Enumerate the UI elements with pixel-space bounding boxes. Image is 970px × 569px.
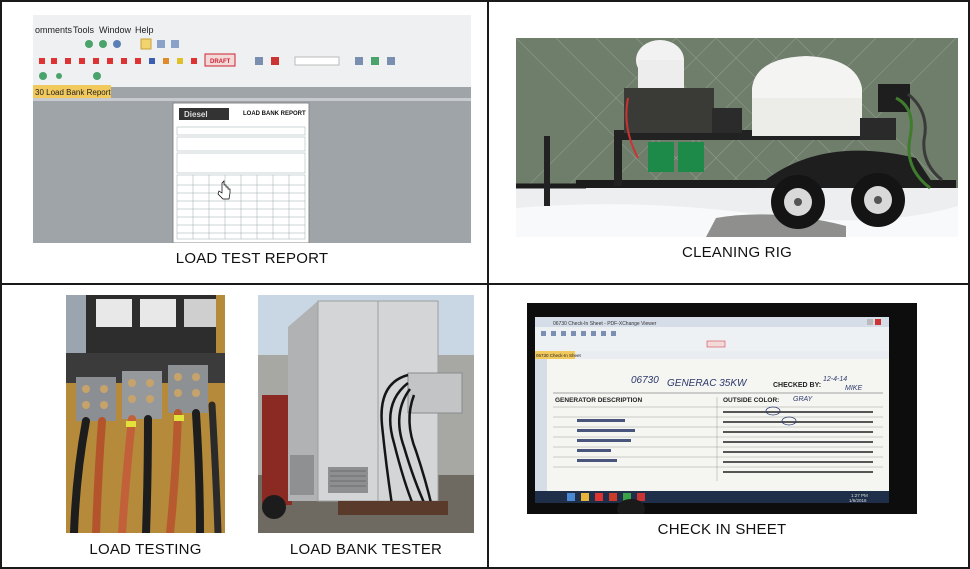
checked-by-label: CHECKED BY: [773, 382, 821, 389]
menu-item-window: Window [99, 25, 132, 35]
caption-cleaning-rig: CLEANING RIG [682, 244, 792, 261]
load-test-report-photo: omments Tools Window Help DRAFT 30 Load … [33, 15, 471, 243]
draft-stamp: DRAFT [210, 59, 231, 65]
report-tab-label: 30 Load Bank Report [35, 88, 111, 97]
taskbar-clock-date: 1/6/2016 [849, 498, 867, 503]
caption-load-testing: LOAD TESTING [89, 541, 202, 558]
check-in-sheet-page: 06730 GENERAC 35KW CHECKED BY: 12-4-14 M… [547, 359, 889, 491]
check-in-tab-label: 06730 Check-In Sheet [536, 353, 582, 358]
load-bank-report-page: Diesel LOAD BANK REPORT [172, 102, 310, 243]
report-logo: Diesel [184, 110, 208, 119]
check-in-date-written: 12-4-14 [823, 376, 847, 383]
report-title: LOAD BANK REPORT [243, 111, 306, 117]
generator-model: GENERAC 35KW [667, 378, 748, 389]
load-testing-photo [66, 295, 225, 533]
cleaning-rig-photo [516, 38, 958, 237]
check-in-sheet-photo: 06730 Check-In Sheet - PDF-XChange Viewe… [527, 303, 917, 514]
menu-item-help: Help [135, 25, 154, 35]
checked-by-value: MIKE [845, 385, 862, 392]
caption-load-test-report: LOAD TEST REPORT [175, 250, 329, 267]
check-in-window-title: 06730 Check-In Sheet - PDF-XChange Viewe… [553, 321, 657, 327]
horizontal-divider [0, 283, 970, 285]
menu-item-tools: Tools [73, 25, 95, 35]
menu-item-comments: omments [35, 25, 73, 35]
load-bank-tester-photo [258, 295, 474, 533]
outside-color-value: GRAY [793, 396, 814, 403]
outside-color-label: OUTSIDE COLOR: [723, 397, 779, 404]
generator-id: 06730 [631, 375, 659, 386]
caption-check-in-sheet: CHECK IN SHEET [657, 521, 787, 538]
generator-description-heading: GENERATOR DESCRIPTION [555, 397, 642, 404]
caption-load-bank-tester: LOAD BANK TESTER [289, 541, 443, 558]
